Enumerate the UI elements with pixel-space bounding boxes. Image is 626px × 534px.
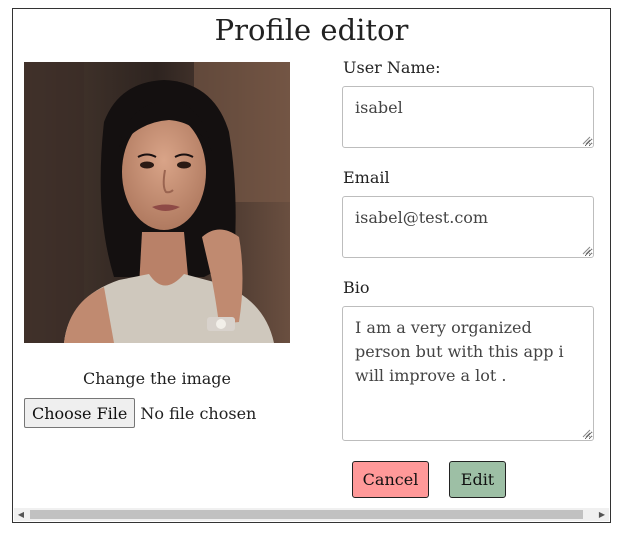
profile-photo bbox=[24, 62, 290, 343]
scroll-left-arrow-icon[interactable]: ◀ bbox=[15, 508, 27, 521]
page-title: Profile editor bbox=[214, 13, 409, 47]
horizontal-scrollbar[interactable]: ◀ ▶ bbox=[14, 508, 609, 521]
file-status: No file chosen bbox=[140, 403, 257, 423]
resize-grip-icon[interactable] bbox=[582, 429, 591, 438]
profile-editor-window: Profile editor Change the image Choose F… bbox=[12, 8, 611, 523]
scroll-right-arrow-icon[interactable]: ▶ bbox=[596, 508, 608, 521]
username-field[interactable]: isabel bbox=[342, 86, 594, 148]
resize-grip-icon[interactable] bbox=[582, 136, 591, 145]
email-label: Email bbox=[343, 168, 390, 187]
bio-label: Bio bbox=[343, 278, 370, 297]
email-value: isabel@test.com bbox=[355, 208, 489, 227]
resize-grip-icon[interactable] bbox=[582, 246, 591, 255]
bio-value: I am a very organized person but with th… bbox=[355, 318, 564, 385]
bio-field[interactable]: I am a very organized person but with th… bbox=[342, 306, 594, 441]
choose-file-button[interactable]: Choose File bbox=[24, 398, 136, 428]
username-value: isabel bbox=[355, 98, 403, 117]
change-image-label: Change the image bbox=[82, 369, 231, 388]
username-label: User Name: bbox=[343, 58, 441, 77]
file-picker: Choose File No file chosen bbox=[24, 398, 256, 428]
scrollbar-thumb[interactable] bbox=[30, 510, 583, 519]
edit-button[interactable]: Edit bbox=[449, 461, 506, 498]
cancel-button[interactable]: Cancel bbox=[352, 461, 429, 498]
profile-photo-image bbox=[24, 62, 290, 343]
email-field[interactable]: isabel@test.com bbox=[342, 196, 594, 258]
